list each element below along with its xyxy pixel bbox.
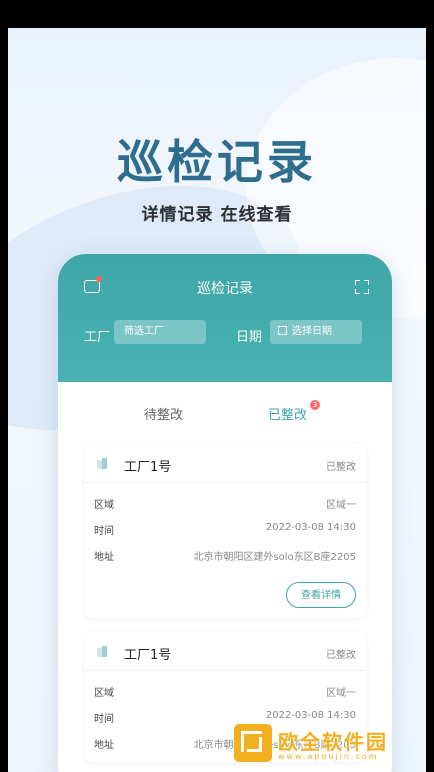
building-icon bbox=[97, 646, 107, 657]
app-title: 巡检记录 bbox=[197, 281, 253, 297]
watermark: 欧全软件园 www.apoujin.com bbox=[234, 724, 430, 766]
time-value: 2022-03-08 14:30 bbox=[265, 522, 356, 533]
address-label: 地址 bbox=[94, 552, 114, 563]
hero-subtitle: 详情记录 在线查看 bbox=[141, 205, 293, 225]
tab-badge: 3 bbox=[310, 400, 320, 410]
address-label: 地址 bbox=[94, 740, 114, 751]
building-icon bbox=[97, 458, 107, 469]
card-header: 工厂1号 已整改 bbox=[84, 444, 366, 483]
hero-title: 巡检记录 bbox=[117, 135, 317, 189]
watermark-logo-icon bbox=[234, 724, 272, 762]
area-label: 区域 bbox=[94, 688, 114, 699]
scan-icon[interactable] bbox=[355, 280, 369, 294]
date-filter-placeholder: 选择日期 bbox=[292, 326, 332, 337]
address-value: 北京市朝阳区建外solo东区B座2205 bbox=[193, 552, 356, 563]
time-label: 时间 bbox=[94, 714, 114, 725]
factory-filter-input[interactable]: 筛选工厂 bbox=[114, 320, 206, 344]
watermark-name: 欧全软件园 bbox=[278, 730, 388, 754]
record-card[interactable]: 工厂1号 已整改 区域 区域一 时间 2022-03-08 14:30 地址 北… bbox=[84, 444, 366, 618]
time-label: 时间 bbox=[94, 526, 114, 537]
date-filter-input[interactable]: 选择日期 bbox=[270, 320, 362, 344]
area-label: 区域 bbox=[94, 500, 114, 511]
factory-name: 工厂1号 bbox=[124, 648, 172, 663]
watermark-url: www.apoujin.com bbox=[278, 752, 379, 761]
status-badge: 已整改 bbox=[326, 462, 356, 473]
date-label: 日期 bbox=[236, 330, 263, 345]
view-detail-button[interactable]: 查看详情 bbox=[286, 582, 356, 608]
app-header: 巡检记录 工厂 筛选工厂 日期 选择日期 bbox=[58, 254, 392, 382]
card-header: 工厂1号 已整改 bbox=[84, 632, 366, 671]
status-tabs: 待整改 已整改 bbox=[82, 390, 368, 434]
factory-label: 工厂 bbox=[84, 330, 111, 345]
phone-mockup: 巡检记录 工厂 筛选工厂 日期 选择日期 待整改 已整改 3 工厂1号 已整改 … bbox=[58, 254, 392, 772]
status-badge: 已整改 bbox=[326, 650, 356, 661]
area-value: 区域一 bbox=[326, 500, 356, 511]
promo-screen: 巡检记录 详情记录 在线查看 巡检记录 工厂 筛选工厂 日期 选择日期 待整改 … bbox=[8, 28, 426, 772]
tab-completed[interactable]: 已整改 bbox=[268, 404, 307, 423]
factory-name: 工厂1号 bbox=[124, 460, 172, 475]
calendar-icon bbox=[278, 326, 287, 335]
time-value: 2022-03-08 14:30 bbox=[265, 710, 356, 721]
tab-pending[interactable]: 待整改 bbox=[144, 404, 183, 423]
area-value: 区域一 bbox=[326, 688, 356, 699]
